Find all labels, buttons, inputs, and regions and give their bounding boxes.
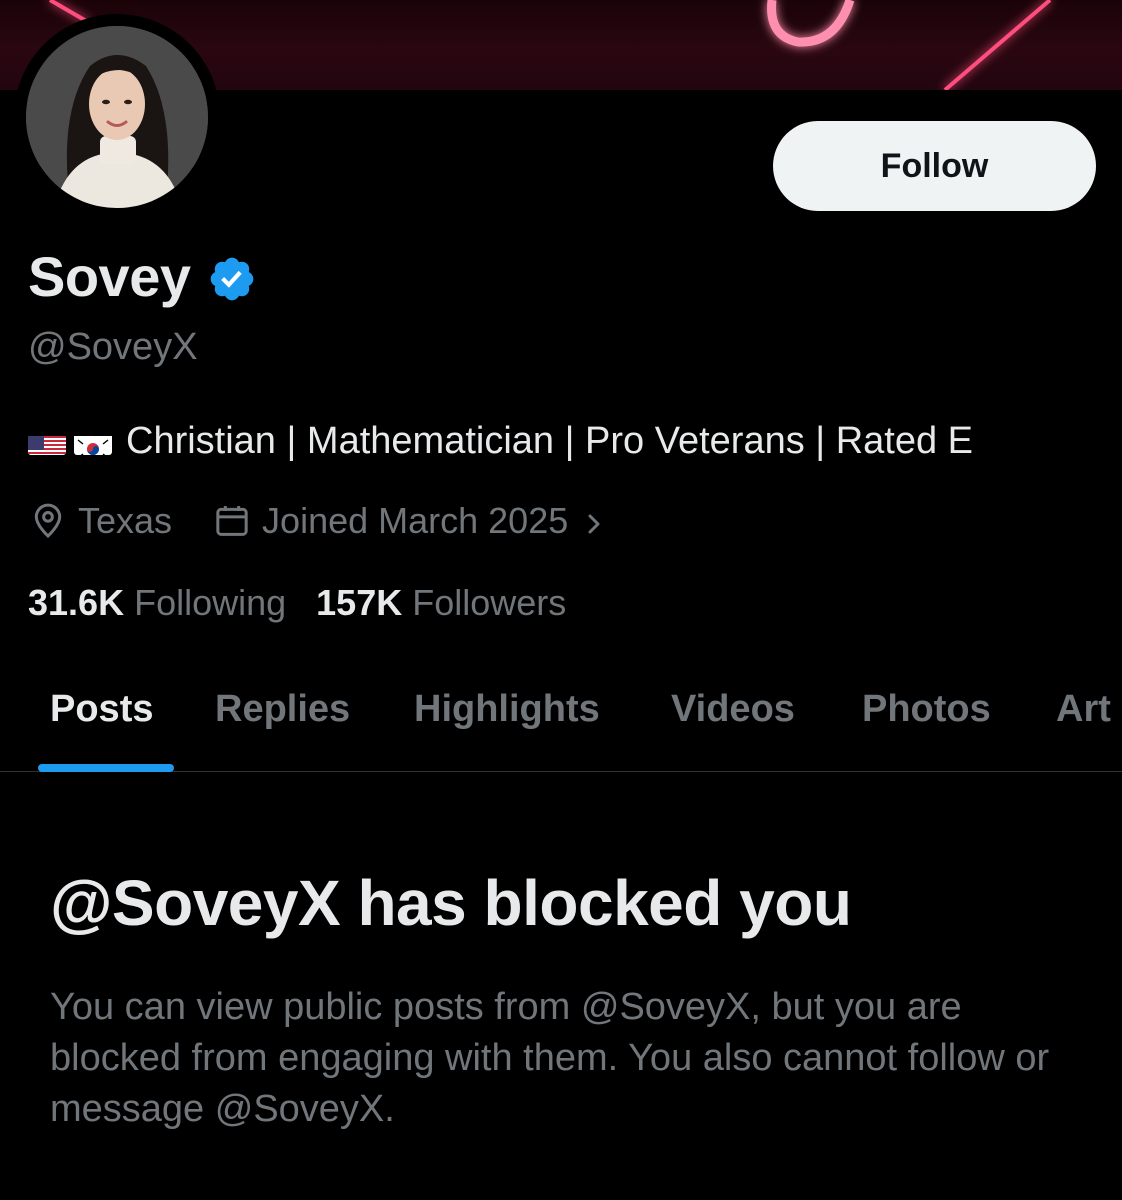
profile-handle: @SoveyX: [28, 326, 198, 368]
display-name-row: Sovey: [28, 244, 257, 309]
joined-date[interactable]: Joined March 2025: [262, 500, 568, 542]
calendar-icon: [212, 501, 252, 541]
chevron-right-icon[interactable]: [582, 506, 606, 536]
follow-stats: 31.6K Following 157K Followers: [28, 582, 566, 624]
profile-tabs: Posts Replies Highlights Videos Photos A…: [0, 660, 1122, 772]
tab-posts[interactable]: Posts: [50, 688, 153, 731]
active-tab-indicator: [38, 764, 174, 772]
bio: Christian | Mathematician | Pro Veterans…: [28, 420, 973, 463]
us-flag-icon: [28, 429, 66, 455]
avatar[interactable]: [14, 14, 220, 220]
tab-articles[interactable]: Art: [1056, 688, 1111, 731]
tab-photos[interactable]: Photos: [862, 688, 991, 731]
location-pin-icon: [28, 501, 68, 541]
profile-meta: Texas Joined March 2025: [28, 500, 606, 542]
verified-badge-icon[interactable]: [207, 252, 257, 302]
avatar-photo: [26, 26, 208, 208]
followers-link[interactable]: 157K Followers: [316, 582, 566, 624]
blocked-title: @SoveyX has blocked you: [50, 867, 852, 939]
tab-highlights[interactable]: Highlights: [414, 688, 600, 731]
blocked-description: You can view public posts from @SoveyX, …: [50, 986, 1050, 1130]
bio-text: Christian | Mathematician | Pro Veterans…: [126, 420, 974, 462]
following-link[interactable]: 31.6K Following: [28, 582, 286, 624]
tab-videos[interactable]: Videos: [671, 688, 795, 731]
south-korea-flag-icon: [74, 429, 112, 455]
location-text: Texas: [78, 500, 173, 541]
followers-count: 157K: [316, 582, 403, 623]
following-label: Following: [134, 582, 287, 623]
followers-label: Followers: [412, 582, 567, 623]
follow-button[interactable]: Follow: [773, 121, 1096, 211]
following-count: 31.6K: [28, 582, 125, 623]
display-name: Sovey: [28, 245, 191, 308]
tab-replies[interactable]: Replies: [215, 688, 350, 731]
